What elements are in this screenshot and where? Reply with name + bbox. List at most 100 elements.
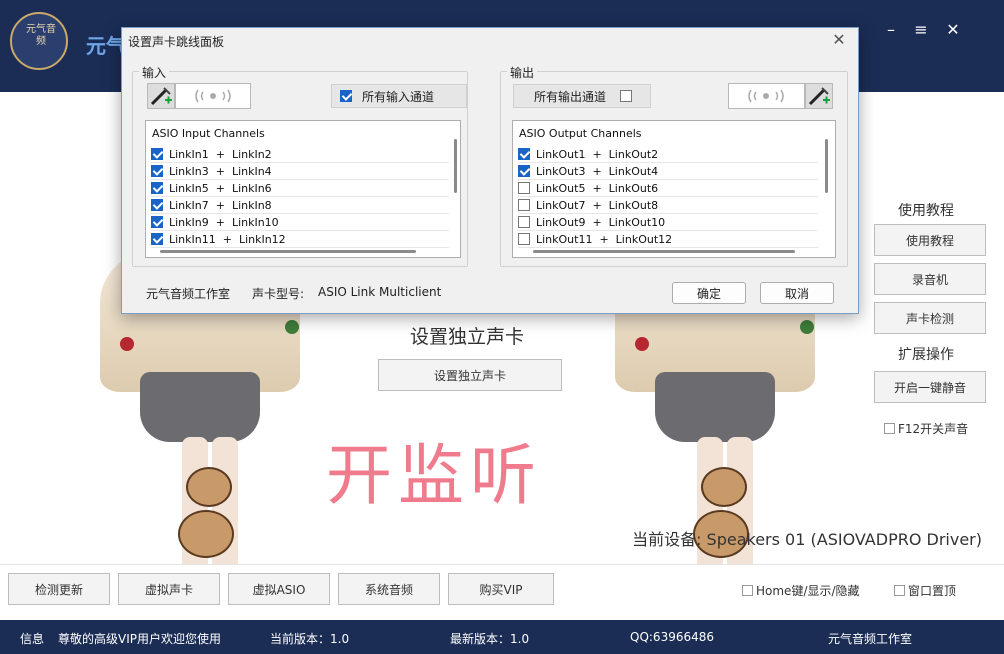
output-signal-icon[interactable]	[728, 83, 805, 109]
all-input-toggle[interactable]: 所有输入通道	[331, 84, 467, 108]
ok-button[interactable]: 确定	[672, 282, 746, 304]
channel-checkbox[interactable]	[151, 148, 163, 160]
channel-row[interactable]: LinkOut9 + LinkOut10	[518, 214, 818, 231]
channel-checkbox[interactable]	[151, 199, 163, 211]
recorder-button[interactable]: 录音机	[874, 263, 986, 295]
card-model-label: 声卡型号:	[252, 287, 305, 301]
buy-vip-button[interactable]: 购买VIP	[448, 573, 554, 605]
channel-label: LinkOut1 + LinkOut2	[536, 147, 659, 161]
channel-row[interactable]: LinkIn11 + LinkIn12	[151, 231, 449, 248]
channel-checkbox[interactable]	[151, 165, 163, 177]
status-welcome: 尊敬的高级VIP用户欢迎您使用	[58, 632, 221, 646]
input-groupbox: 输入 所有输入通道 ASIO Input Channels LinkIn1 + …	[132, 64, 468, 267]
channel-checkbox[interactable]	[518, 233, 530, 245]
channel-row[interactable]: LinkOut1 + LinkOut2	[518, 146, 818, 163]
input-list-hscrollbar[interactable]	[160, 250, 416, 253]
section-title: 设置独立声卡	[410, 326, 525, 348]
bear-slipper	[186, 467, 232, 507]
app-logo: 元气音频	[10, 12, 68, 70]
channel-label: LinkOut3 + LinkOut4	[536, 164, 659, 178]
channel-label: LinkOut11 + LinkOut12	[536, 232, 673, 246]
virtual-card-button[interactable]: 虚拟声卡	[118, 573, 220, 605]
minimize-button[interactable]: –	[878, 20, 904, 39]
output-channel-list[interactable]: ASIO Output Channels LinkOut1 + LinkOut2…	[512, 120, 836, 258]
channel-row[interactable]: LinkOut7 + LinkOut8	[518, 197, 818, 214]
channel-row[interactable]: LinkIn9 + LinkIn10	[151, 214, 449, 231]
app-title: 元气	[86, 34, 126, 58]
output-list-scrollbar[interactable]	[825, 139, 828, 193]
channel-checkbox[interactable]	[151, 216, 163, 228]
channel-checkbox[interactable]	[518, 199, 530, 211]
character-skirt	[655, 372, 775, 442]
channel-label: LinkIn7 + LinkIn8	[169, 198, 272, 212]
status-studio: 元气音频工作室	[828, 632, 913, 646]
status-info-label: 信息	[20, 632, 45, 646]
channel-checkbox[interactable]	[518, 165, 530, 177]
status-current-version: 当前版本：1.0	[270, 632, 350, 646]
channel-label: LinkOut7 + LinkOut8	[536, 198, 659, 212]
f12-checkbox[interactable]	[884, 423, 895, 434]
tutorial-title: 使用教程	[898, 203, 954, 219]
input-list-scrollbar[interactable]	[454, 139, 457, 193]
channel-checkbox[interactable]	[518, 182, 530, 194]
status-latest-version: 最新版本：1.0	[450, 632, 530, 646]
output-list-header: ASIO Output Channels	[519, 127, 642, 140]
all-input-checkbox[interactable]	[340, 90, 352, 102]
system-audio-button[interactable]: 系统音频	[338, 573, 440, 605]
topmost-toggle[interactable]: 窗口置顶	[894, 582, 956, 599]
f12-toggle[interactable]: F12开关声音	[884, 420, 968, 437]
channel-row[interactable]: LinkIn1 + LinkIn2	[151, 146, 449, 163]
channel-row[interactable]: LinkOut3 + LinkOut4	[518, 163, 818, 180]
home-key-toggle[interactable]: Home键/显示/隐藏	[742, 582, 860, 599]
menu-button[interactable]: ≡	[908, 20, 934, 39]
channel-label: LinkOut5 + LinkOut6	[536, 181, 659, 195]
home-key-label: Home键/显示/隐藏	[756, 584, 860, 598]
channel-row[interactable]: LinkOut5 + LinkOut6	[518, 180, 818, 197]
channel-label: LinkIn9 + LinkIn10	[169, 215, 279, 229]
check-update-button[interactable]: 检测更新	[8, 573, 110, 605]
channel-label: LinkIn1 + LinkIn2	[169, 147, 272, 161]
bear-slipper	[701, 467, 747, 507]
tutorial-button[interactable]: 使用教程	[874, 224, 986, 256]
card-model-value: ASIO Link Multiclient	[318, 285, 442, 299]
f12-label: F12开关声音	[898, 422, 969, 436]
one-key-mute-button[interactable]: 开启一键静音	[874, 371, 986, 403]
all-input-label: 所有输入通道	[362, 89, 435, 104]
channel-label: LinkIn3 + LinkIn4	[169, 164, 272, 178]
logo-text: 元气音频	[26, 24, 56, 47]
berry-decoration	[285, 320, 299, 334]
set-card-button[interactable]: 设置独立声卡	[378, 359, 562, 391]
all-output-toggle[interactable]: 所有输出通道	[513, 84, 651, 108]
topmost-checkbox[interactable]	[894, 585, 905, 596]
dialog-title: 设置声卡跳线面板	[128, 35, 225, 49]
card-detect-button[interactable]: 声卡检测	[874, 302, 986, 334]
channel-row[interactable]: LinkOut11 + LinkOut12	[518, 231, 818, 248]
channel-checkbox[interactable]	[151, 182, 163, 194]
channel-checkbox[interactable]	[151, 233, 163, 245]
bottom-toolbar: 检测更新 虚拟声卡 虚拟ASIO 系统音频 购买VIP Home键/显示/隐藏 …	[0, 564, 1004, 614]
status-bar: 信息 尊敬的高级VIP用户欢迎您使用 当前版本：1.0 最新版本：1.0 QQ:…	[0, 620, 1004, 654]
channel-checkbox[interactable]	[518, 148, 530, 160]
all-output-label: 所有输出通道	[534, 89, 607, 104]
output-list-hscrollbar[interactable]	[533, 250, 795, 253]
listen-toggle[interactable]: 开监听	[326, 422, 542, 518]
dialog-close-icon[interactable]: ✕	[828, 30, 850, 49]
topmost-label: 窗口置顶	[908, 584, 957, 598]
speaker-add-icon[interactable]	[805, 83, 833, 109]
channel-checkbox[interactable]	[518, 216, 530, 228]
close-button[interactable]: ✕	[940, 20, 966, 39]
channel-row[interactable]: LinkIn5 + LinkIn6	[151, 180, 449, 197]
channel-row[interactable]: LinkIn7 + LinkIn8	[151, 197, 449, 214]
mic-add-icon[interactable]	[147, 83, 175, 109]
virtual-asio-button[interactable]: 虚拟ASIO	[228, 573, 330, 605]
cancel-button[interactable]: 取消	[760, 282, 834, 304]
channel-label: LinkIn5 + LinkIn6	[169, 181, 272, 195]
current-device: 当前设备: Speakers 01 (ASIOVADPRO Driver)	[632, 530, 982, 549]
input-signal-icon[interactable]	[175, 83, 251, 109]
input-channel-list[interactable]: ASIO Input Channels LinkIn1 + LinkIn2 Lin…	[145, 120, 461, 258]
output-group-label: 输出	[507, 64, 538, 81]
all-output-checkbox[interactable]	[620, 90, 633, 102]
home-key-checkbox[interactable]	[742, 585, 753, 596]
berry-decoration	[800, 320, 814, 334]
channel-row[interactable]: LinkIn3 + LinkIn4	[151, 163, 449, 180]
